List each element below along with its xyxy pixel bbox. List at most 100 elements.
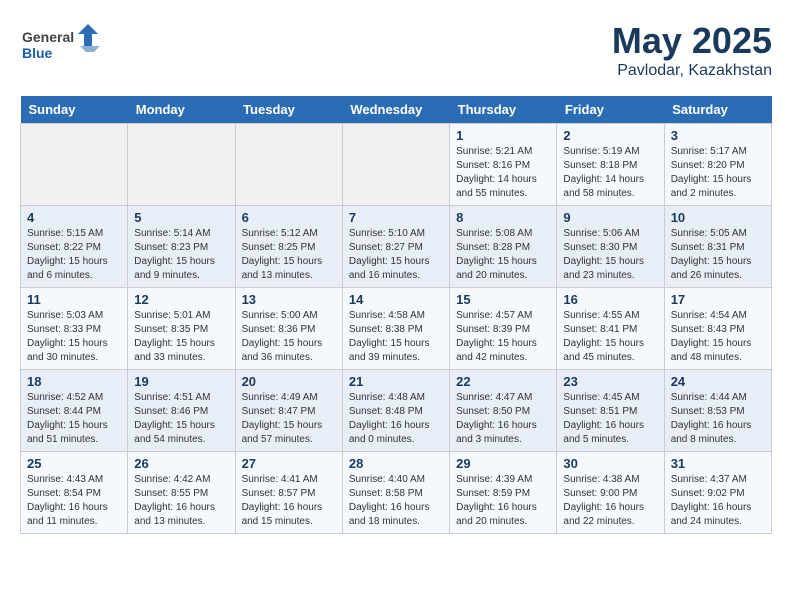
calendar-cell: 2 Sunrise: 5:19 AMSunset: 8:18 PMDaylight… [557, 124, 664, 206]
day-number: 4 [27, 210, 121, 225]
calendar-cell: 8Sunrise: 5:08 AMSunset: 8:28 PMDaylight… [450, 206, 557, 288]
calendar-cell: 6 Sunrise: 5:12 AMSunset: 8:25 PMDaylight… [235, 206, 342, 288]
calendar-cell: 17 Sunrise: 4:54 AMSunset: 8:43 PMDayligh… [664, 288, 771, 370]
day-details: Sunrise: 5:00 AMSunset: 8:36 PMDaylight:… [242, 309, 336, 365]
day-details: Sunrise: 4:37 AMSunset: 9:02 PMDaylight:… [671, 473, 765, 529]
month-title: May 2025 [612, 20, 772, 62]
day-details: Sunrise: 4:42 AMSunset: 8:55 PMDaylight:… [134, 473, 228, 529]
day-details: Sunrise: 4:39 AMSunset: 8:59 PMDaylight:… [456, 473, 550, 529]
week-row-2: 4 Sunrise: 5:15 AMSunset: 8:22 PMDaylight… [21, 206, 772, 288]
day-details: Sunrise: 4:51 AMSunset: 8:46 PMDaylight:… [134, 391, 228, 447]
days-header-row: SundayMondayTuesdayWednesdayThursdayFrid… [21, 96, 772, 124]
calendar-cell: 16 Sunrise: 4:55 AMSunset: 8:41 PMDayligh… [557, 288, 664, 370]
day-number: 30 [563, 456, 657, 471]
day-number: 20 [242, 374, 336, 389]
day-number: 17 [671, 292, 765, 307]
day-header-monday: Monday [128, 96, 235, 124]
page-header: General Blue May 2025 Pavlodar, Kazakhst… [20, 20, 772, 80]
day-details: Sunrise: 5:12 AMSunset: 8:25 PMDaylight:… [242, 227, 336, 283]
day-number: 12 [134, 292, 228, 307]
day-header-saturday: Saturday [664, 96, 771, 124]
day-details: Sunrise: 5:17 AMSunset: 8:20 PMDaylight:… [671, 145, 765, 201]
calendar-table: SundayMondayTuesdayWednesdayThursdayFrid… [20, 96, 772, 534]
day-header-friday: Friday [557, 96, 664, 124]
day-details: Sunrise: 4:55 AMSunset: 8:41 PMDaylight:… [563, 309, 657, 365]
calendar-cell: 4 Sunrise: 5:15 AMSunset: 8:22 PMDaylight… [21, 206, 128, 288]
day-details: Sunrise: 5:05 AMSunset: 8:31 PMDaylight:… [671, 227, 765, 283]
logo: General Blue [20, 20, 100, 70]
day-number: 26 [134, 456, 228, 471]
day-number: 21 [349, 374, 443, 389]
day-number: 8 [456, 210, 550, 225]
calendar-cell: 7 Sunrise: 5:10 AMSunset: 8:27 PMDaylight… [342, 206, 449, 288]
week-row-1: 1 Sunrise: 5:21 AMSunset: 8:16 PMDaylight… [21, 124, 772, 206]
calendar-cell [21, 124, 128, 206]
day-number: 13 [242, 292, 336, 307]
day-number: 16 [563, 292, 657, 307]
calendar-cell: 12Sunrise: 5:01 AMSunset: 8:35 PMDayligh… [128, 288, 235, 370]
calendar-cell: 1 Sunrise: 5:21 AMSunset: 8:16 PMDaylight… [450, 124, 557, 206]
day-number: 2 [563, 128, 657, 143]
calendar-cell: 23 Sunrise: 4:45 AMSunset: 8:51 PMDayligh… [557, 370, 664, 452]
day-details: Sunrise: 4:38 AMSunset: 9:00 PMDaylight:… [563, 473, 657, 529]
day-number: 10 [671, 210, 765, 225]
day-details: Sunrise: 5:19 AMSunset: 8:18 PMDaylight:… [563, 145, 657, 201]
calendar-cell: 3 Sunrise: 5:17 AMSunset: 8:20 PMDaylight… [664, 124, 771, 206]
day-number: 6 [242, 210, 336, 225]
calendar-cell: 31 Sunrise: 4:37 AMSunset: 9:02 PMDayligh… [664, 452, 771, 534]
week-row-4: 18Sunrise: 4:52 AMSunset: 8:44 PMDayligh… [21, 370, 772, 452]
calendar-cell: 25Sunrise: 4:43 AMSunset: 8:54 PMDayligh… [21, 452, 128, 534]
day-header-thursday: Thursday [450, 96, 557, 124]
day-number: 5 [134, 210, 228, 225]
calendar-cell: 28 Sunrise: 4:40 AMSunset: 8:58 PMDayligh… [342, 452, 449, 534]
day-details: Sunrise: 4:44 AMSunset: 8:53 PMDaylight:… [671, 391, 765, 447]
calendar-cell: 11Sunrise: 5:03 AMSunset: 8:33 PMDayligh… [21, 288, 128, 370]
day-details: Sunrise: 4:58 AMSunset: 8:38 PMDaylight:… [349, 309, 443, 365]
title-block: May 2025 Pavlodar, Kazakhstan [612, 20, 772, 80]
day-number: 19 [134, 374, 228, 389]
calendar-cell: 21Sunrise: 4:48 AMSunset: 8:48 PMDayligh… [342, 370, 449, 452]
calendar-cell: 29Sunrise: 4:39 AMSunset: 8:59 PMDayligh… [450, 452, 557, 534]
calendar-cell: 13 Sunrise: 5:00 AMSunset: 8:36 PMDayligh… [235, 288, 342, 370]
calendar-cell: 9Sunrise: 5:06 AMSunset: 8:30 PMDaylight… [557, 206, 664, 288]
day-details: Sunrise: 4:45 AMSunset: 8:51 PMDaylight:… [563, 391, 657, 447]
day-details: Sunrise: 4:57 AMSunset: 8:39 PMDaylight:… [456, 309, 550, 365]
calendar-cell [128, 124, 235, 206]
day-number: 1 [456, 128, 550, 143]
day-details: Sunrise: 4:54 AMSunset: 8:43 PMDaylight:… [671, 309, 765, 365]
day-number: 24 [671, 374, 765, 389]
day-number: 3 [671, 128, 765, 143]
day-number: 9 [563, 210, 657, 225]
calendar-cell: 22Sunrise: 4:47 AMSunset: 8:50 PMDayligh… [450, 370, 557, 452]
calendar-cell: 30 Sunrise: 4:38 AMSunset: 9:00 PMDayligh… [557, 452, 664, 534]
day-number: 27 [242, 456, 336, 471]
calendar-cell: 14 Sunrise: 4:58 AMSunset: 8:38 PMDayligh… [342, 288, 449, 370]
day-details: Sunrise: 5:21 AMSunset: 8:16 PMDaylight:… [456, 145, 550, 201]
day-header-wednesday: Wednesday [342, 96, 449, 124]
day-number: 31 [671, 456, 765, 471]
day-details: Sunrise: 4:40 AMSunset: 8:58 PMDaylight:… [349, 473, 443, 529]
day-details: Sunrise: 5:10 AMSunset: 8:27 PMDaylight:… [349, 227, 443, 283]
day-number: 11 [27, 292, 121, 307]
day-number: 14 [349, 292, 443, 307]
day-number: 23 [563, 374, 657, 389]
calendar-cell [235, 124, 342, 206]
svg-text:General: General [22, 29, 74, 45]
calendar-cell: 27Sunrise: 4:41 AMSunset: 8:57 PMDayligh… [235, 452, 342, 534]
calendar-cell: 10 Sunrise: 5:05 AMSunset: 8:31 PMDayligh… [664, 206, 771, 288]
day-number: 28 [349, 456, 443, 471]
day-number: 25 [27, 456, 121, 471]
day-details: Sunrise: 5:15 AMSunset: 8:22 PMDaylight:… [27, 227, 121, 283]
calendar-cell: 19 Sunrise: 4:51 AMSunset: 8:46 PMDayligh… [128, 370, 235, 452]
calendar-cell: 20 Sunrise: 4:49 AMSunset: 8:47 PMDayligh… [235, 370, 342, 452]
day-number: 18 [27, 374, 121, 389]
week-row-3: 11Sunrise: 5:03 AMSunset: 8:33 PMDayligh… [21, 288, 772, 370]
week-row-5: 25Sunrise: 4:43 AMSunset: 8:54 PMDayligh… [21, 452, 772, 534]
calendar-cell: 5Sunrise: 5:14 AMSunset: 8:23 PMDaylight… [128, 206, 235, 288]
day-number: 22 [456, 374, 550, 389]
day-header-tuesday: Tuesday [235, 96, 342, 124]
calendar-cell: 15Sunrise: 4:57 AMSunset: 8:39 PMDayligh… [450, 288, 557, 370]
day-details: Sunrise: 4:49 AMSunset: 8:47 PMDaylight:… [242, 391, 336, 447]
calendar-cell: 18Sunrise: 4:52 AMSunset: 8:44 PMDayligh… [21, 370, 128, 452]
day-number: 7 [349, 210, 443, 225]
